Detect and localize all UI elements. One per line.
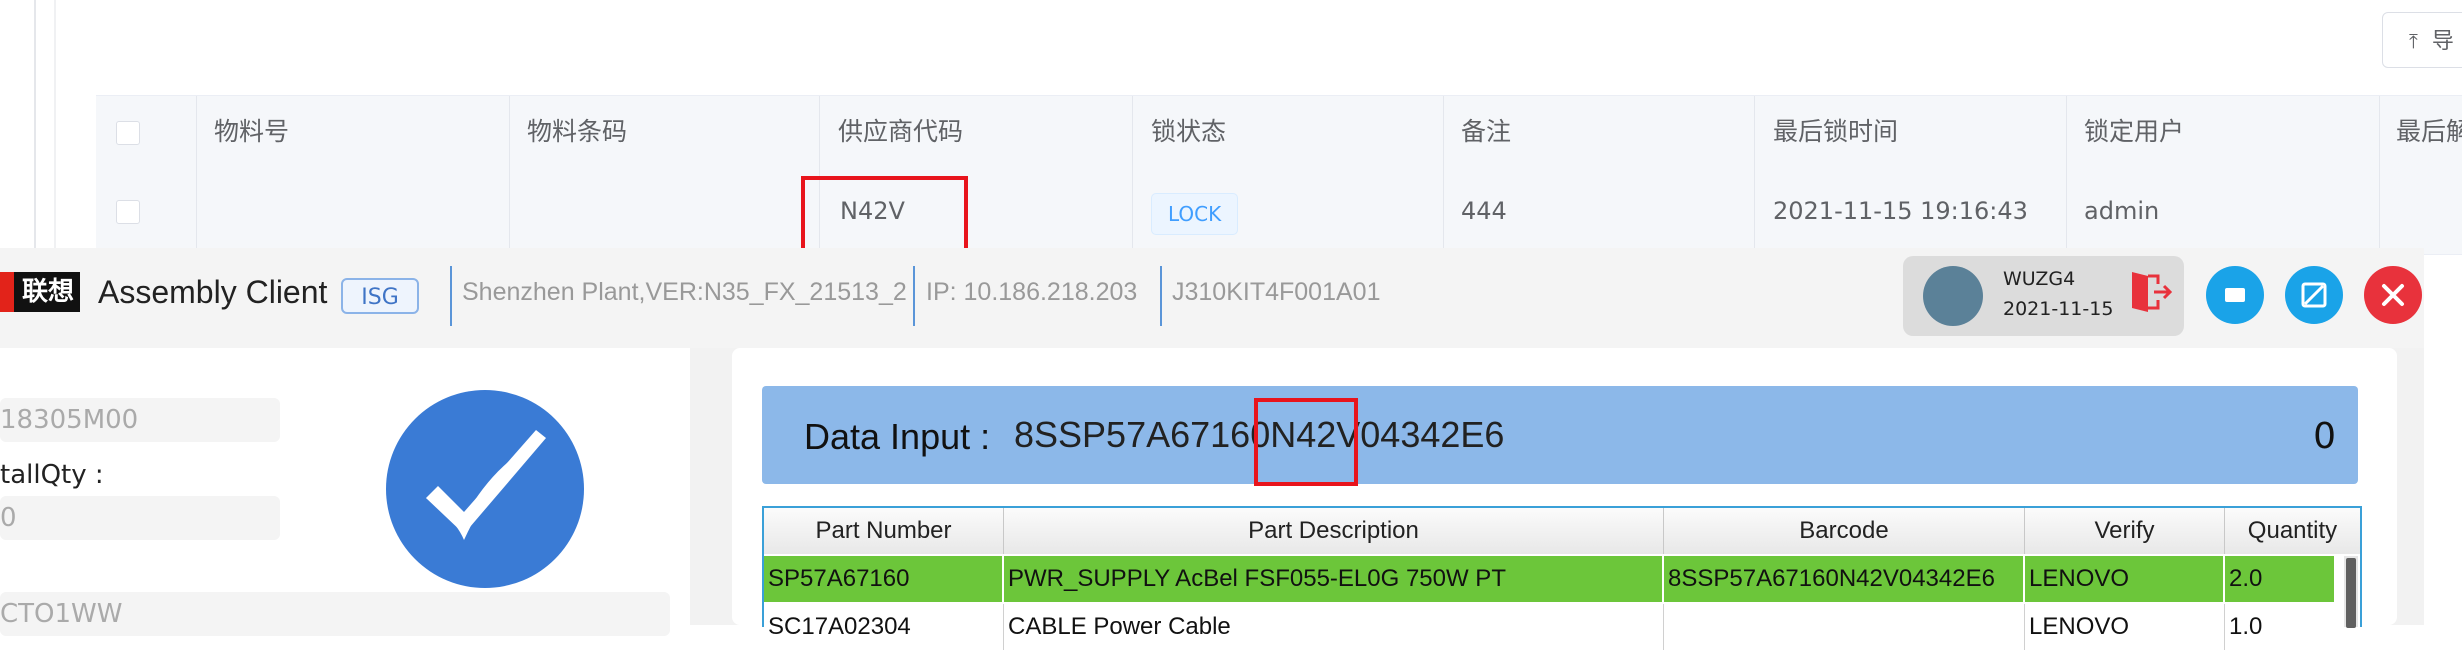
- column-header-lock-status[interactable]: 锁状态: [1151, 96, 1226, 168]
- info-separator: [450, 266, 452, 326]
- column-header-vendor-code[interactable]: 供应商代码: [838, 96, 963, 168]
- install-qty-label: tallQty :: [0, 460, 104, 490]
- isg-badge: ISG: [341, 278, 419, 314]
- column-separator: [1443, 96, 1444, 254]
- barcode-cell: [1664, 604, 2025, 650]
- minimize-icon: [2225, 288, 2245, 302]
- scan-count: 0: [2313, 416, 2336, 457]
- column-separator: [1754, 96, 1755, 254]
- column-separator: [2379, 96, 2380, 254]
- column-separator: [196, 96, 197, 254]
- assembly-client-window: 联想 Assembly Client ISG Shenzhen Plant,VE…: [0, 248, 2424, 650]
- select-all-checkbox[interactable]: [116, 121, 140, 145]
- lenovo-logo: 联想: [0, 272, 80, 312]
- column-separator: [509, 96, 510, 254]
- highlight-box-barcode-vendor: [1254, 398, 1358, 486]
- ip-address-info: IP: 10.186.218.203: [926, 278, 1138, 306]
- grid-header-part-description[interactable]: Part Description: [1004, 508, 1664, 554]
- close-button[interactable]: [2364, 266, 2422, 324]
- column-separator: [2066, 96, 2067, 254]
- part-description-cell: PWR_SUPPLY AcBel FSF055-EL0G 750W PT: [1004, 556, 1664, 602]
- scan-panel: Data Input : 8SSP57A67160N42V04342E6 0 P…: [732, 348, 2397, 650]
- grid-header-barcode[interactable]: Barcode: [1664, 508, 2025, 554]
- highlight-box-vendor-code: [801, 176, 968, 252]
- logout-icon[interactable]: [2128, 268, 2172, 316]
- grid-header-part-number[interactable]: Part Number: [764, 508, 1004, 554]
- locked-user-cell: admin: [2084, 197, 2160, 225]
- grid-header-quantity[interactable]: Quantity: [2225, 508, 2360, 554]
- app-title: Assembly Client: [98, 274, 328, 310]
- restore-button[interactable]: [2285, 266, 2343, 324]
- column-header-material-no[interactable]: 物料号: [214, 96, 289, 168]
- install-qty-field[interactable]: 0: [0, 496, 280, 540]
- part-description-cell: CABLE Power Cable: [1004, 604, 1664, 650]
- data-input-bar[interactable]: Data Input : 8SSP57A67160N42V04342E6 0: [762, 386, 2358, 484]
- success-check-icon: [386, 390, 584, 588]
- quantity-cell: 1.0: [2229, 613, 2263, 640]
- grid-header: Part Number Part Description Barcode Ver…: [764, 508, 2360, 554]
- minimize-button[interactable]: [2206, 266, 2264, 324]
- row-checkbox[interactable]: [116, 200, 140, 224]
- material-field[interactable]: 18305M00: [0, 398, 280, 442]
- plant-version-info: Shenzhen Plant,VER:N35_FX_21513_2: [462, 278, 907, 306]
- user-date: 2021-11-15: [2003, 298, 2114, 320]
- last-lock-time-cell: 2021-11-15 19:16:43: [1773, 197, 2028, 225]
- part-number-cell: SP57A67160: [764, 556, 1004, 602]
- export-button-label: 导: [2431, 29, 2454, 54]
- scrollbar-thumb[interactable]: [2346, 558, 2356, 628]
- column-header-last-lock-time[interactable]: 最后锁时间: [1773, 96, 1898, 168]
- grid-header-verify[interactable]: Verify: [2025, 508, 2225, 554]
- column-header-locked-user[interactable]: 锁定用户: [2084, 96, 2184, 168]
- cto-field[interactable]: CTO1WW: [0, 592, 670, 636]
- client-title-bar: 联想 Assembly Client ISG Shenzhen Plant,VE…: [0, 248, 2424, 348]
- close-icon: [2382, 284, 2404, 306]
- remark-cell: 444: [1461, 197, 1507, 225]
- verify-cell: LENOVO: [2025, 556, 2225, 602]
- verify-cell: LENOVO: [2025, 604, 2225, 650]
- table-row[interactable]: SP57A67160 PWR_SUPPLY AcBel FSF055-EL0G …: [764, 556, 2334, 602]
- info-separator: [913, 266, 915, 326]
- lock-status-tag: LOCK: [1151, 193, 1239, 235]
- column-header-material-barcode[interactable]: 物料条码: [527, 96, 627, 168]
- export-button[interactable]: ⤒ 导: [2382, 12, 2462, 68]
- station-info: J310KIT4F001A01: [1172, 278, 1381, 306]
- left-info-panel: 18305M00 tallQty : 0 CTO1WW: [0, 348, 690, 636]
- part-number-cell: SC17A02304: [764, 604, 1004, 650]
- restore-icon: [2301, 282, 2327, 308]
- parts-grid: Part Number Part Description Barcode Ver…: [762, 506, 2362, 650]
- barcode-cell: 8SSP57A67160N42V04342E6: [1664, 556, 2025, 602]
- data-input-label: Data Input :: [804, 416, 991, 457]
- upload-icon: ⤒: [2409, 29, 2418, 53]
- quantity-cell: 2.0: [2229, 565, 2263, 592]
- info-separator: [1160, 266, 1162, 326]
- column-header-last-unlock[interactable]: 最后解: [2396, 96, 2462, 168]
- column-separator: [1132, 96, 1133, 254]
- user-name: WUZG4: [2003, 268, 2076, 290]
- avatar: [1923, 266, 1983, 326]
- column-header-remark[interactable]: 备注: [1461, 96, 1511, 168]
- table-row[interactable]: SC17A02304 CABLE Power Cable LENOVO 1.0: [764, 604, 2334, 650]
- grid-scrollbar[interactable]: [2344, 556, 2358, 628]
